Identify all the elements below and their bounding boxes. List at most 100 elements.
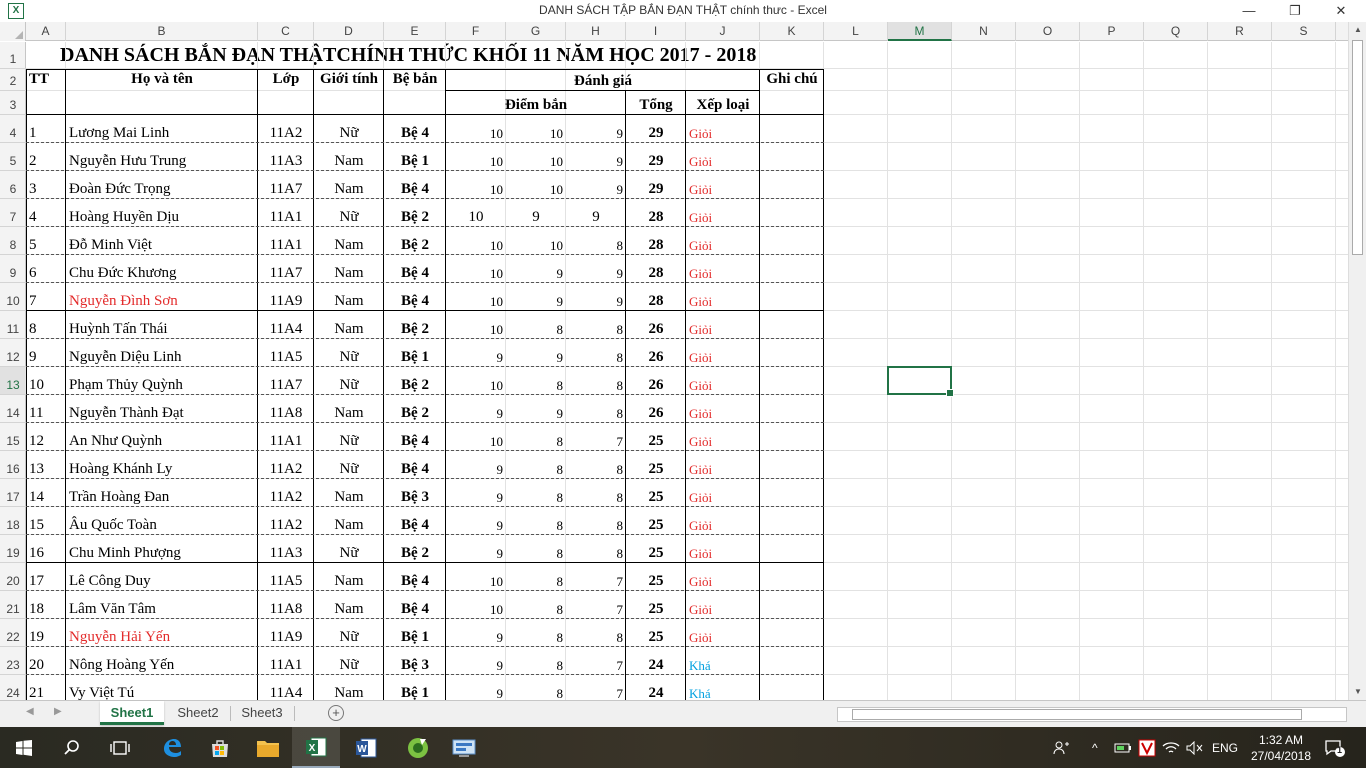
- cell-name[interactable]: Huỳnh Tấn Thái: [66, 311, 258, 339]
- header-class[interactable]: Lớp: [258, 69, 314, 91]
- cell-class[interactable]: 11A5: [258, 339, 314, 367]
- row-header-8[interactable]: 8: [0, 227, 26, 255]
- column-header-r[interactable]: R: [1208, 22, 1272, 41]
- cell-rank[interactable]: Giỏi: [686, 115, 760, 143]
- cell-target[interactable]: Bệ 3: [384, 647, 446, 675]
- cell-score[interactable]: 10: [446, 367, 506, 395]
- row-header-16[interactable]: 16: [0, 451, 26, 479]
- cell-gender[interactable]: Nữ: [314, 115, 384, 143]
- cell-target[interactable]: Bệ 1: [384, 619, 446, 647]
- cell-tt[interactable]: 14: [26, 479, 66, 507]
- column-header-f[interactable]: F: [446, 22, 506, 41]
- cell-gender[interactable]: Nữ: [314, 423, 384, 451]
- row-header-6[interactable]: 6: [0, 171, 26, 199]
- row-header-13[interactable]: 13: [0, 367, 26, 395]
- cell-score[interactable]: 8: [566, 619, 626, 647]
- horizontal-scroll-thumb[interactable]: [852, 709, 1302, 720]
- cell-rank[interactable]: Giỏi: [686, 535, 760, 563]
- cell-gender[interactable]: Nữ: [314, 199, 384, 227]
- cell-gender[interactable]: Nam: [314, 675, 384, 700]
- cell-score[interactable]: 9: [566, 143, 626, 171]
- cell-gender[interactable]: Nam: [314, 591, 384, 619]
- cell-score[interactable]: 10: [446, 115, 506, 143]
- column-header-e[interactable]: E: [384, 22, 446, 41]
- cell-gender[interactable]: Nữ: [314, 647, 384, 675]
- cell-class[interactable]: 11A2: [258, 479, 314, 507]
- cell-score[interactable]: 10: [446, 255, 506, 283]
- cell-tt[interactable]: 1: [26, 115, 66, 143]
- cell-name[interactable]: Vy Việt Tú: [66, 675, 258, 700]
- cell-class[interactable]: 11A4: [258, 311, 314, 339]
- column-header-s[interactable]: S: [1272, 22, 1336, 41]
- cell-class[interactable]: 11A1: [258, 199, 314, 227]
- cell-rank[interactable]: Giỏi: [686, 311, 760, 339]
- add-sheet-button[interactable]: +: [328, 705, 344, 721]
- row-header-17[interactable]: 17: [0, 479, 26, 507]
- cell-score[interactable]: 8: [506, 619, 566, 647]
- cell-total[interactable]: 25: [626, 535, 686, 563]
- cell-tt[interactable]: 20: [26, 647, 66, 675]
- column-header-o[interactable]: O: [1016, 22, 1080, 41]
- cell-score[interactable]: 8: [566, 367, 626, 395]
- cell-name[interactable]: Hoàng Huyền Dịu: [66, 199, 258, 227]
- cell-class[interactable]: 11A2: [258, 451, 314, 479]
- cell-total[interactable]: 24: [626, 675, 686, 700]
- cell-total[interactable]: 25: [626, 451, 686, 479]
- clock[interactable]: 1:32 AM 27/04/2018: [1246, 727, 1316, 768]
- cell-total[interactable]: 26: [626, 367, 686, 395]
- row-header-22[interactable]: 22: [0, 619, 26, 647]
- search-icon[interactable]: [48, 727, 96, 768]
- corel-icon[interactable]: [394, 727, 442, 768]
- cell-total[interactable]: 29: [626, 115, 686, 143]
- cell-name[interactable]: Lâm Văn Tâm: [66, 591, 258, 619]
- explorer-icon[interactable]: [244, 727, 292, 768]
- cell-gender[interactable]: Nam: [314, 563, 384, 591]
- cell-total[interactable]: 28: [626, 199, 686, 227]
- cell-score[interactable]: 8: [566, 451, 626, 479]
- cell-target[interactable]: Bệ 4: [384, 255, 446, 283]
- cell-total[interactable]: 28: [626, 227, 686, 255]
- cell-class[interactable]: 11A4: [258, 675, 314, 700]
- cell-target[interactable]: Bệ 4: [384, 423, 446, 451]
- cell-tt[interactable]: 16: [26, 535, 66, 563]
- column-header-b[interactable]: B: [66, 22, 258, 41]
- cell-score[interactable]: 10: [446, 283, 506, 311]
- column-header-q[interactable]: Q: [1144, 22, 1208, 41]
- cell-gender[interactable]: Nữ: [314, 619, 384, 647]
- horizontal-scrollbar[interactable]: [837, 707, 1347, 722]
- cell-gender[interactable]: Nam: [314, 143, 384, 171]
- cell-rank[interactable]: Giỏi: [686, 339, 760, 367]
- row-header-20[interactable]: 20: [0, 563, 26, 591]
- cell-score[interactable]: 7: [566, 675, 626, 700]
- tab-sheet2[interactable]: Sheet2: [166, 701, 230, 725]
- cell-target[interactable]: Bệ 4: [384, 563, 446, 591]
- cell-score[interactable]: 7: [566, 423, 626, 451]
- cell-total[interactable]: 28: [626, 255, 686, 283]
- worksheet-grid[interactable]: DANH SÁCH BẮN ĐẠN THẬTCHÍNH THỨC KHỐI 11…: [26, 42, 1348, 700]
- cell-total[interactable]: 25: [626, 507, 686, 535]
- restore-button[interactable]: ❐: [1272, 0, 1318, 22]
- cell-class[interactable]: 11A7: [258, 367, 314, 395]
- cell-total[interactable]: 29: [626, 171, 686, 199]
- cell-target[interactable]: Bệ 1: [384, 339, 446, 367]
- cell-score[interactable]: 9: [446, 535, 506, 563]
- cell-name[interactable]: Lương Mai Linh: [66, 115, 258, 143]
- cell-rank[interactable]: Giỏi: [686, 619, 760, 647]
- cell-target[interactable]: Bệ 4: [384, 283, 446, 311]
- header-tt[interactable]: TT: [26, 69, 66, 91]
- cell-name[interactable]: Nguyễn Thành Đạt: [66, 395, 258, 423]
- cell-class[interactable]: 11A1: [258, 423, 314, 451]
- cell-score[interactable]: 10: [446, 171, 506, 199]
- cell-score[interactable]: 9: [446, 647, 506, 675]
- cell-class[interactable]: 11A8: [258, 395, 314, 423]
- row-header-21[interactable]: 21: [0, 591, 26, 619]
- cell-tt[interactable]: 10: [26, 367, 66, 395]
- cell-gender[interactable]: Nam: [314, 311, 384, 339]
- cell-score[interactable]: 9: [566, 199, 626, 227]
- cell-rank[interactable]: Giỏi: [686, 507, 760, 535]
- cell-class[interactable]: 11A9: [258, 283, 314, 311]
- cell-total[interactable]: 25: [626, 563, 686, 591]
- cell-score[interactable]: 8: [566, 507, 626, 535]
- cell-total[interactable]: 26: [626, 311, 686, 339]
- cell-tt[interactable]: 8: [26, 311, 66, 339]
